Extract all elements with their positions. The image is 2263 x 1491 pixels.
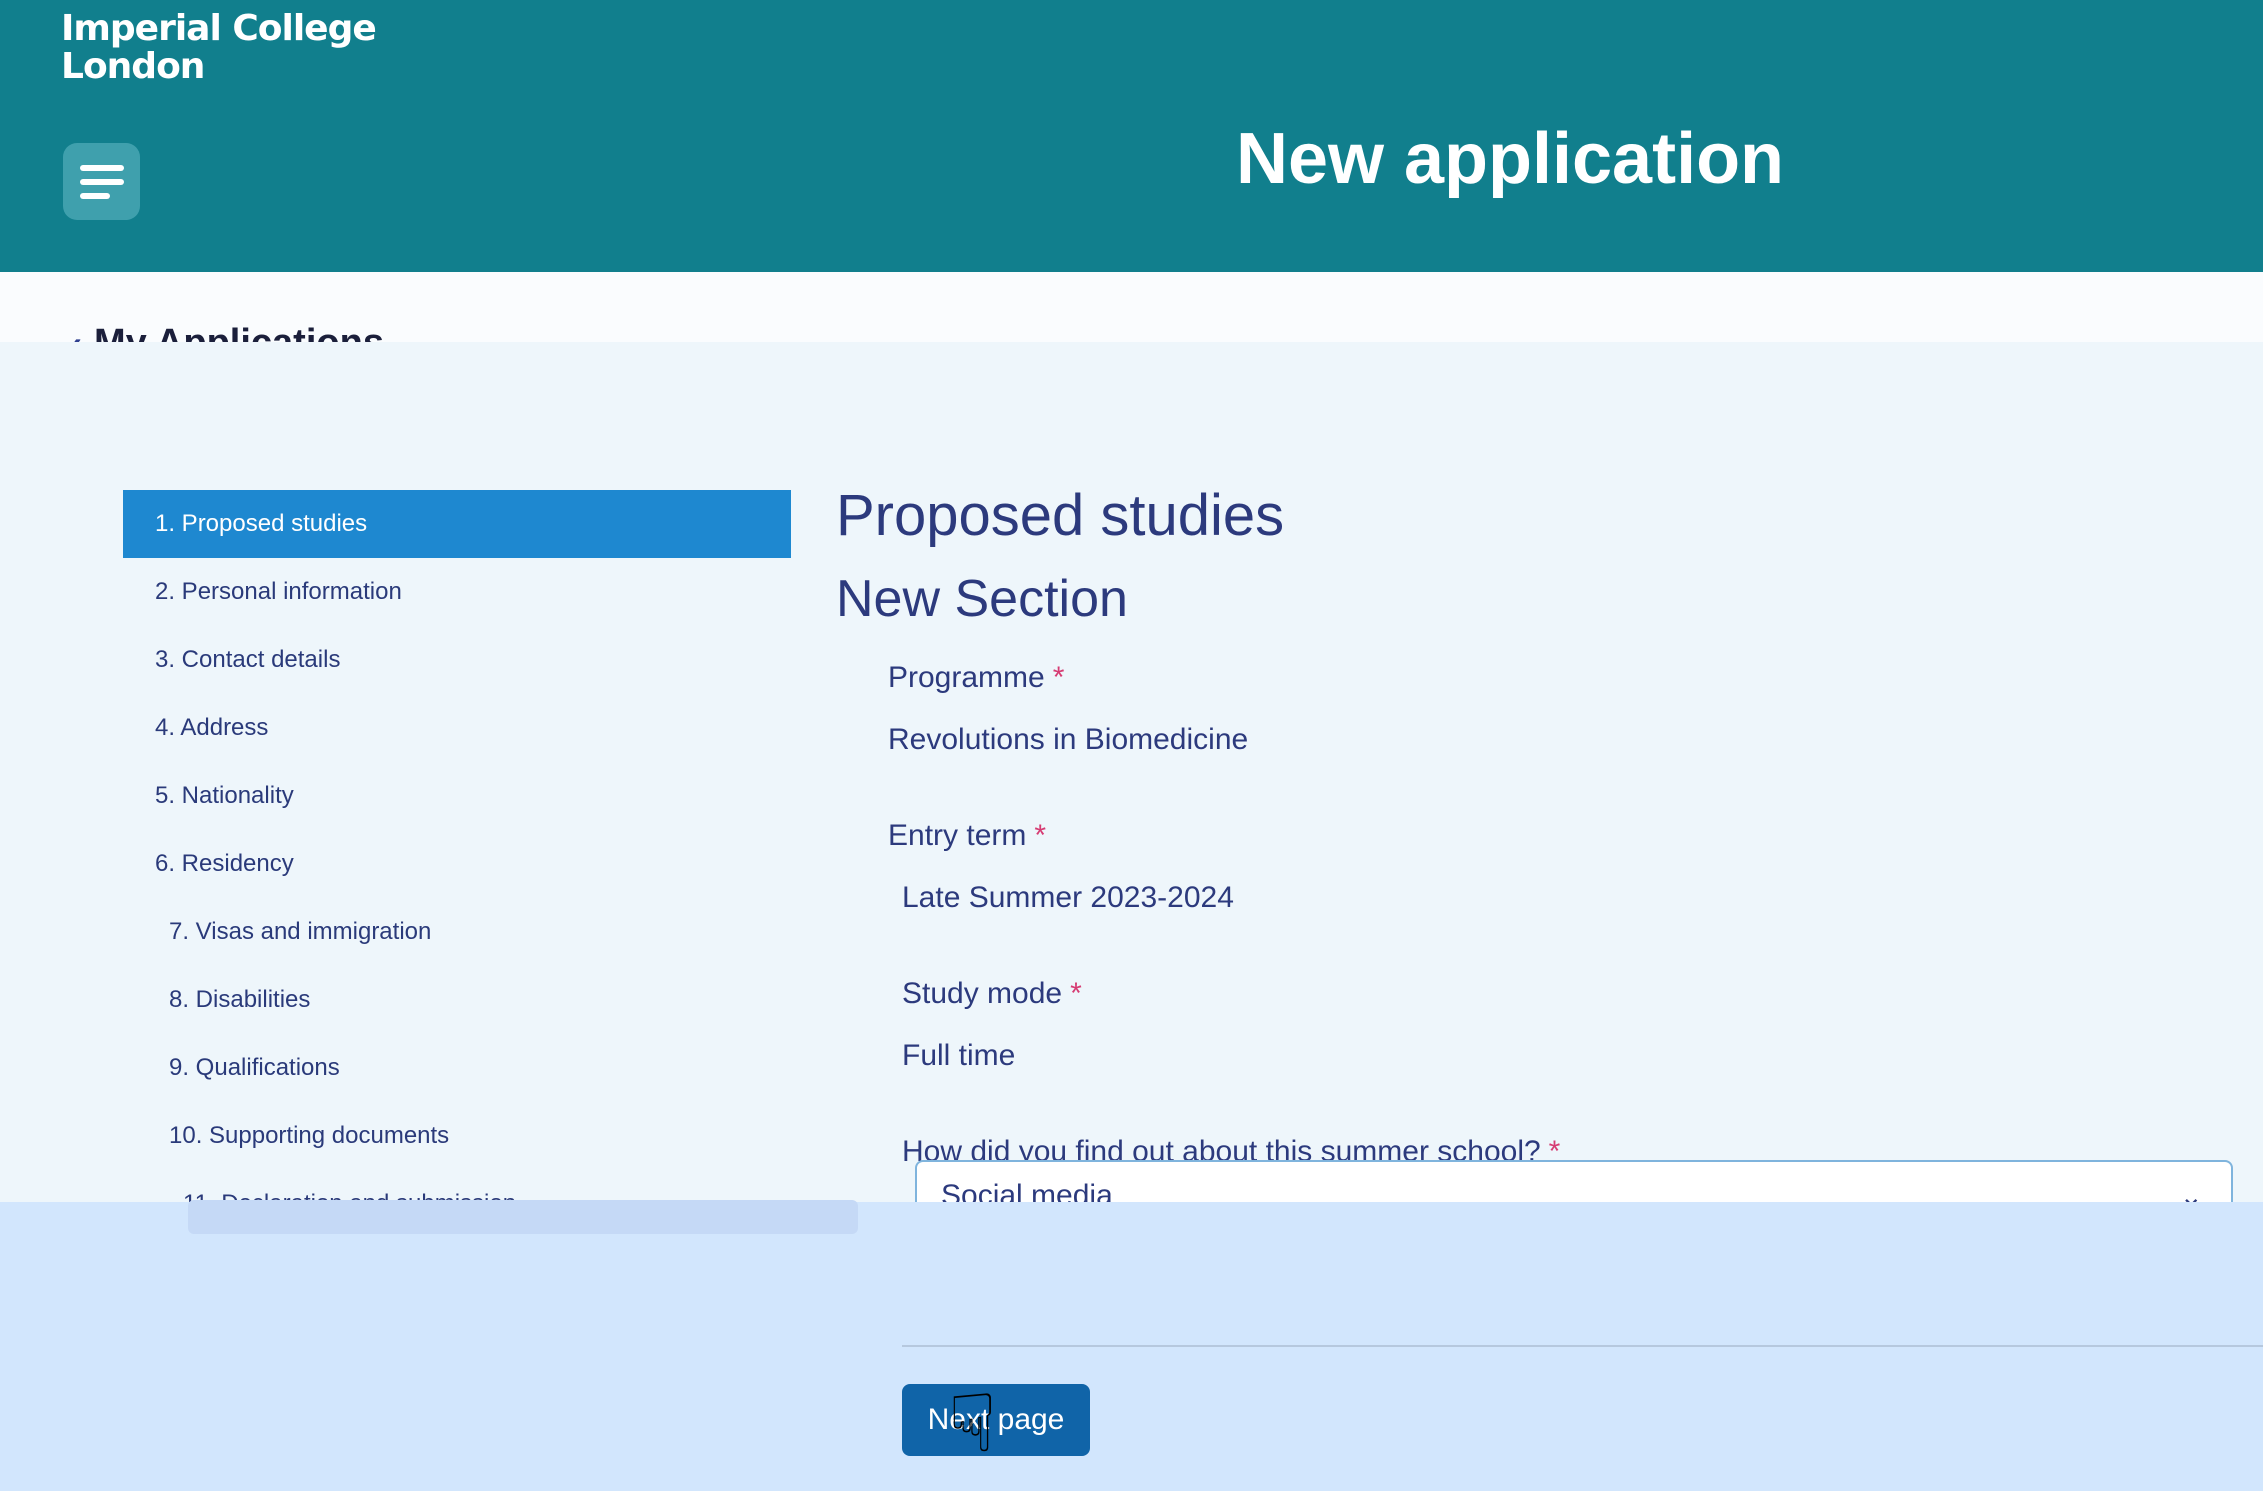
- step-contact-details[interactable]: 3. Contact details: [123, 626, 791, 694]
- step-disabilities[interactable]: 8. Disabilities: [123, 966, 791, 1034]
- step-address[interactable]: 4. Address: [123, 694, 791, 762]
- step-nationality[interactable]: 5. Nationality: [123, 762, 791, 830]
- logo-line2: London: [61, 46, 205, 87]
- programme-value: Revolutions in Biomedicine: [888, 723, 1249, 756]
- required-marker: *: [1070, 977, 1082, 1010]
- step-visas[interactable]: 7. Visas and immigration: [123, 898, 791, 966]
- step-residency[interactable]: 6. Residency: [123, 830, 791, 898]
- college-logo[interactable]: Imperial College London: [61, 8, 377, 87]
- form-divider: [902, 1345, 2263, 1347]
- section-subtitle: New Section: [836, 570, 1128, 628]
- study-mode-value: Full time: [902, 1039, 1016, 1072]
- app-header: Imperial College London New application: [0, 0, 2263, 272]
- hand-pointer-icon: ☟: [948, 1379, 997, 1468]
- entry-term-value: Late Summer 2023-2024: [902, 881, 1234, 914]
- sidebar-bottom-edge: [188, 1200, 858, 1234]
- step-proposed-studies[interactable]: 1. Proposed studies: [123, 490, 791, 558]
- required-marker: *: [1034, 819, 1047, 852]
- step-qualifications[interactable]: 9. Qualifications: [123, 1034, 791, 1102]
- step-personal-information[interactable]: 2. Personal information: [123, 558, 791, 626]
- step-navigation: 1. Proposed studies 2. Personal informat…: [123, 490, 791, 1238]
- menu-icon: [79, 164, 124, 171]
- entry-term-label: Entry term *: [888, 819, 1047, 852]
- page-title: New application: [1235, 119, 1785, 199]
- step-supporting-documents[interactable]: 10. Supporting documents: [123, 1102, 791, 1170]
- form-main: Proposed studies New Section Programme * …: [836, 482, 2236, 1169]
- study-mode-label: Study mode *: [902, 977, 1082, 1010]
- logo-line1: Imperial College: [61, 8, 377, 49]
- menu-button[interactable]: [63, 143, 140, 220]
- section-title: Proposed studies: [836, 483, 1285, 548]
- required-marker: *: [1052, 661, 1065, 694]
- programme-label: Programme *: [888, 661, 1065, 694]
